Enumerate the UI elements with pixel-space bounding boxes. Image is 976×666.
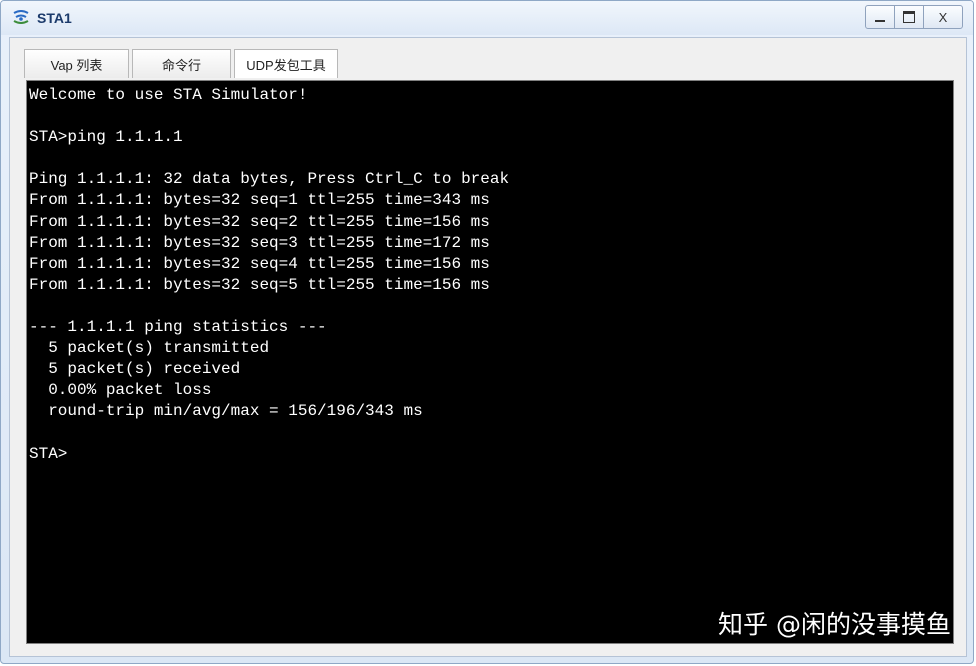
- terminal-output: Welcome to use STA Simulator! STA>ping 1…: [29, 85, 509, 465]
- window-title: STA1: [37, 10, 72, 26]
- client-area: Vap 列表 命令行 UDP发包工具 Welcome to use STA Si…: [9, 37, 967, 657]
- terminal-line: From 1.1.1.1: bytes=32 seq=3 ttl=255 tim…: [29, 233, 490, 252]
- tab-bar: Vap 列表 命令行 UDP发包工具: [24, 49, 341, 78]
- tab-vap-list[interactable]: Vap 列表: [24, 49, 129, 78]
- terminal-line: Ping 1.1.1.1: 32 data bytes, Press Ctrl_…: [29, 170, 510, 189]
- terminal-prompt: STA>: [29, 444, 68, 463]
- terminal-line: 5 packet(s) transmitted: [29, 339, 270, 358]
- app-window: STA1 X Vap 列表 命令行 UDP发包工具 Welcome to use…: [0, 0, 974, 664]
- terminal-console[interactable]: Welcome to use STA Simulator! STA>ping 1…: [26, 80, 954, 644]
- maximize-icon: [903, 11, 915, 23]
- minimize-button[interactable]: [865, 5, 895, 29]
- sta-app-icon: [13, 10, 29, 24]
- terminal-line: From 1.1.1.1: bytes=32 seq=5 ttl=255 tim…: [29, 275, 490, 294]
- tab-udp-tool[interactable]: UDP发包工具: [234, 49, 338, 78]
- terminal-line: From 1.1.1.1: bytes=32 seq=1 ttl=255 tim…: [29, 191, 490, 210]
- terminal-line: From 1.1.1.1: bytes=32 seq=2 ttl=255 tim…: [29, 212, 490, 231]
- close-icon: X: [938, 9, 948, 25]
- terminal-line: From 1.1.1.1: bytes=32 seq=4 ttl=255 tim…: [29, 254, 490, 273]
- title-bar[interactable]: STA1 X: [1, 1, 973, 35]
- terminal-line: 5 packet(s) received: [29, 360, 241, 379]
- terminal-line: --- 1.1.1.1 ping statistics ---: [29, 318, 327, 337]
- minimize-icon: [875, 20, 885, 22]
- terminal-line: Welcome to use STA Simulator!: [29, 86, 308, 104]
- tab-command-line[interactable]: 命令行: [132, 49, 231, 78]
- terminal-line: 0.00% packet loss: [29, 381, 212, 400]
- window-controls: X: [865, 5, 963, 29]
- maximize-button[interactable]: [894, 5, 924, 29]
- terminal-line: round-trip min/avg/max = 156/196/343 ms: [29, 402, 423, 421]
- terminal-line: STA>ping 1.1.1.1: [29, 128, 183, 147]
- watermark: 知乎 @闲的没事摸鱼: [718, 610, 951, 639]
- close-button[interactable]: X: [923, 5, 963, 29]
